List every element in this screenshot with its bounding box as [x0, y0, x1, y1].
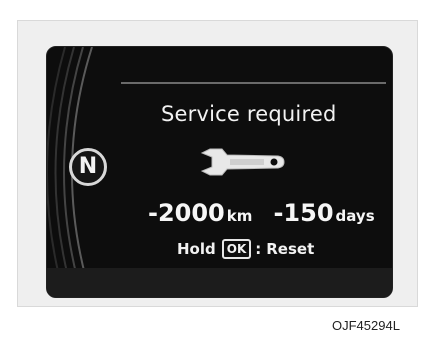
distance-value: -2000 [148, 199, 225, 227]
service-title: Service required [161, 102, 337, 126]
reset-label: Reset [266, 240, 315, 258]
figure-frame: Service required N -2000 km -150 days Hold… [0, 0, 436, 341]
ok-button-indicator: OK [221, 239, 252, 259]
gear-letter: N [78, 154, 98, 179]
bottom-band [47, 268, 392, 297]
cluster-display: Service required N -2000 km -150 days Hold… [46, 46, 393, 298]
hold-label: Hold [177, 240, 216, 258]
distance-unit: km [226, 207, 253, 225]
days-unit: days [335, 207, 375, 225]
figure-code: OJF45294L [332, 318, 400, 333]
days-value: -150 [273, 199, 334, 227]
gear-indicator: N [69, 148, 107, 186]
top-divider [121, 82, 386, 84]
wrench-icon [200, 148, 285, 176]
colon-separator: : [255, 240, 262, 258]
service-values: -2000 km -150 days [148, 199, 375, 227]
reset-instruction: Hold OK : Reset [177, 239, 314, 259]
